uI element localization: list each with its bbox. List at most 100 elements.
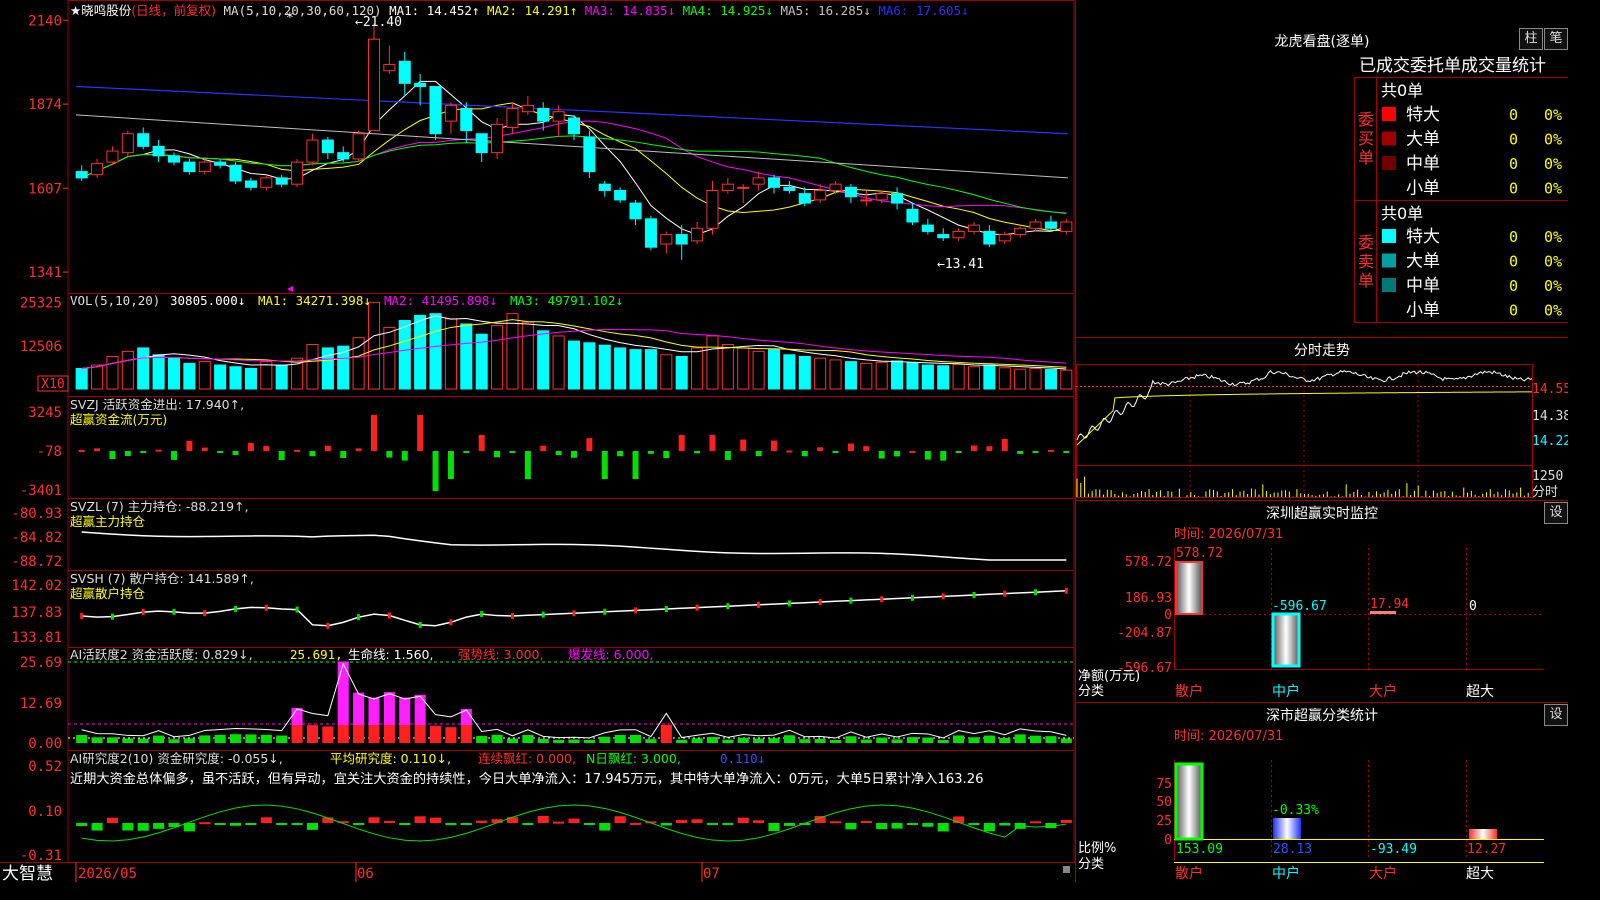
activity-bar: [937, 739, 949, 743]
svsh-marker: [326, 622, 330, 629]
research-bar: [876, 823, 888, 830]
volume-bar: [1060, 369, 1073, 390]
research-bar: [937, 823, 949, 832]
candle-down: [429, 85, 442, 135]
candle-down: [152, 145, 165, 157]
volume-bar: [275, 364, 288, 390]
candle-down: [537, 108, 550, 122]
candle-down: [137, 133, 150, 147]
svsh-label: SVSH (7) 散户持仓: 141.589↑,: [70, 571, 254, 586]
research-bar: [691, 819, 703, 823]
candle-up: [521, 104, 534, 113]
volume-ma3: MA3: 49791.102↓: [510, 293, 623, 308]
volume-bar: [691, 347, 704, 390]
candle-down: [75, 171, 88, 179]
bar-view-button[interactable]: 柱: [1519, 28, 1543, 50]
volume-bar: [506, 313, 519, 390]
activity-bar: [168, 739, 180, 743]
buy-group-label: 买: [1358, 129, 1374, 148]
candle-down: [614, 189, 627, 201]
svzj-bar: [478, 435, 485, 451]
ai1-axis-label: 25.69: [20, 655, 62, 671]
classify-category: 大户: [1369, 865, 1397, 882]
activity-bar: [722, 739, 734, 743]
research-bar: [430, 817, 442, 823]
candle-up: [260, 177, 273, 188]
candle-down: [321, 139, 334, 154]
candle-down: [675, 234, 688, 245]
svzj-bar: [94, 448, 101, 451]
activity-bar-top: [368, 697, 380, 725]
svsh-marker: [880, 596, 884, 603]
volume-bar: [260, 361, 273, 390]
ma3-value: MA3: 14.835↓: [584, 3, 676, 18]
buy-row-count: 0: [1509, 131, 1518, 149]
volume-bar: [906, 362, 919, 390]
research-bar: [153, 823, 165, 829]
activity-bar: [122, 738, 134, 743]
sell-group-label: 卖: [1358, 252, 1374, 271]
ai1-value5: 爆发线: 6.000,: [568, 647, 653, 662]
volume-bar: [214, 364, 227, 390]
svzj-bar: [647, 451, 654, 454]
sell-row-swatch: [1382, 278, 1396, 292]
tick-view-button[interactable]: 笔: [1544, 28, 1568, 50]
activity-bar-top: [414, 694, 426, 725]
svsh-marker: [910, 594, 914, 601]
svzl-axis-label: -88.72: [11, 554, 62, 570]
svzj-bar: [617, 451, 624, 457]
volume-bar: [844, 361, 857, 390]
candle-down: [598, 183, 611, 191]
monitor-settings-button[interactable]: 设: [1544, 502, 1568, 524]
research-bar: [630, 822, 642, 825]
period-label[interactable]: (日线，前复权): [131, 3, 216, 18]
svzj-sub: 超赢资金流(万元): [70, 412, 167, 427]
volume-bar: [137, 347, 150, 390]
volume-bar: [352, 337, 365, 390]
activity-bar: [476, 736, 488, 743]
candle-down: [937, 234, 950, 239]
chart-header: ★晓鸣股份(日线，前复权) MA(5,10,20,30,60,120) MA1:…: [70, 0, 969, 18]
activity-bar: [276, 735, 288, 743]
date-label: 2026/05: [78, 866, 137, 882]
ma6-value: MA6: 17.605↓: [878, 3, 969, 18]
svzj-bar: [1047, 449, 1054, 452]
research-bar: [91, 823, 103, 831]
panel-frame: [67, 0, 1075, 294]
monitor-category: 中户: [1272, 683, 1300, 700]
volume-bar: [937, 365, 950, 390]
activity-bar: [660, 725, 672, 743]
volume-bar: [429, 313, 442, 390]
stock-title[interactable]: ★晓鸣股份: [70, 3, 131, 18]
candle-up: [198, 161, 211, 173]
classify-value: -93.49: [1370, 842, 1417, 857]
buy-row-count: 0: [1509, 106, 1518, 124]
buy-row-swatch: [1382, 131, 1396, 146]
candle-up: [121, 133, 134, 154]
svsh-marker: [357, 614, 361, 621]
classify-xlabel: 分类: [1078, 857, 1104, 872]
volume-bar: [583, 342, 596, 390]
svsh-marker: [541, 611, 545, 618]
svsh-marker: [203, 610, 207, 617]
kline-chart-area[interactable]: 2140187416071341←21.40←13.41*VOL(5,10,20…: [0, 0, 1076, 882]
research-bar: [537, 815, 549, 823]
svsh-marker: [480, 611, 484, 618]
classify-settings-button[interactable]: 设: [1544, 704, 1568, 726]
sell-row-swatch: [1382, 253, 1396, 268]
volume-bar: [921, 364, 934, 390]
svzj-bar: [694, 451, 701, 454]
price-axis-label: 1874: [28, 97, 62, 113]
volume-bar: [767, 349, 781, 390]
monitor-xlabel: 分类: [1078, 684, 1104, 699]
candle-up: [383, 63, 396, 72]
intraday-unit: 分时: [1532, 485, 1558, 500]
ai1-axis-label: 12.69: [20, 696, 62, 712]
buy-row-pct: 0%: [1544, 106, 1562, 124]
svsh-marker: [141, 609, 145, 616]
activity-bar: [814, 739, 826, 743]
activity-bar: [430, 725, 442, 743]
research-bar: [922, 823, 934, 827]
research-bar: [768, 823, 780, 831]
volume-bar: [75, 367, 88, 390]
